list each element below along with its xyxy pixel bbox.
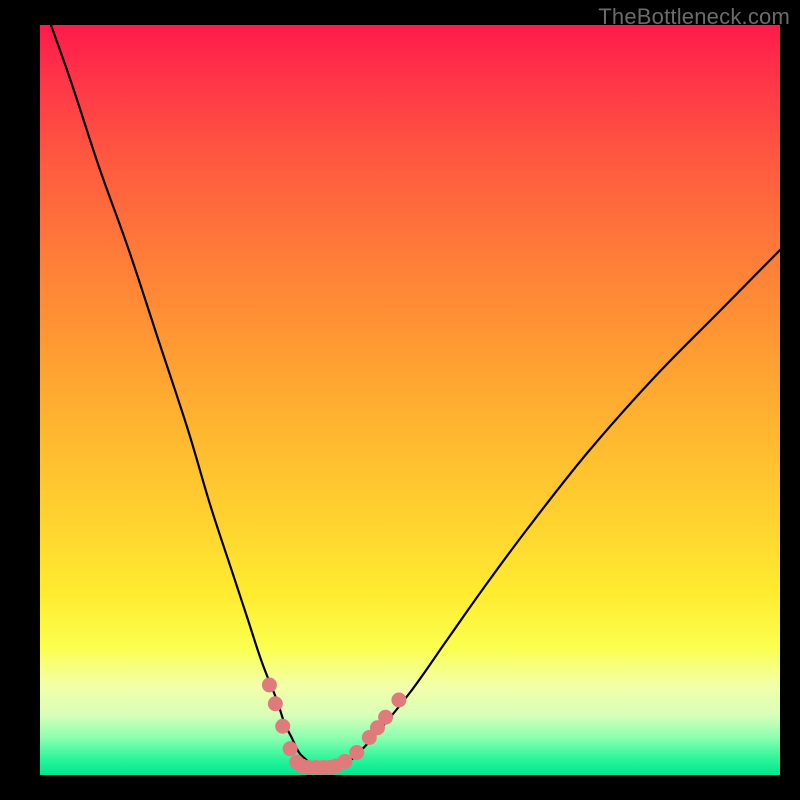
chart-plot-area	[40, 25, 780, 775]
curve-marker	[378, 710, 393, 725]
curve-marker	[262, 678, 277, 693]
curve-marker	[349, 745, 364, 760]
curve-marker	[268, 696, 283, 711]
chart-frame: TheBottleneck.com	[0, 0, 800, 800]
curve-marker	[391, 693, 406, 708]
curve-marker	[337, 754, 352, 769]
curve-marker	[283, 741, 298, 756]
curve-marker	[275, 719, 290, 734]
chart-svg	[40, 25, 780, 775]
bottleneck-curve	[40, 25, 780, 768]
watermark-text: TheBottleneck.com	[598, 4, 790, 30]
marker-layer	[262, 678, 407, 776]
